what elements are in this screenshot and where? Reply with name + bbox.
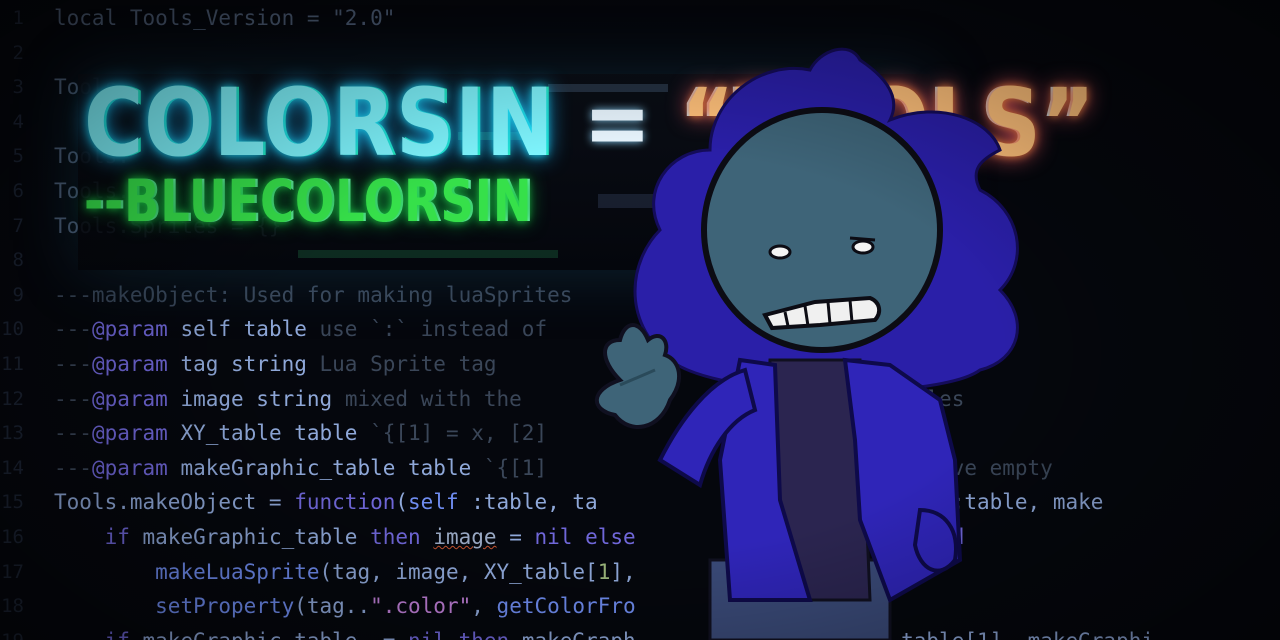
code-token: image xyxy=(433,525,497,549)
line-number: 12 xyxy=(1,387,24,410)
code-token: use `:` instead of xyxy=(319,317,548,342)
code-token: , xyxy=(471,594,497,619)
code-token: Lua Sprite tag xyxy=(319,352,497,376)
code-token: ".color" xyxy=(370,594,472,619)
code-token: @param xyxy=(91,386,168,411)
code-token: self table xyxy=(167,317,320,342)
code-token: @param xyxy=(91,421,168,446)
code-token: --- xyxy=(54,455,92,480)
code-token: ( xyxy=(395,490,409,515)
code-token: @param xyxy=(91,352,168,376)
line-number: 11 xyxy=(1,353,24,375)
line-number: 7 xyxy=(12,214,24,237)
code-token: local Tools_Version = "2.0" xyxy=(54,6,396,30)
code-token: XY_table table xyxy=(167,421,371,446)
code-token: @param xyxy=(91,455,168,480)
line-number: 3 xyxy=(12,76,24,99)
line-number: 6 xyxy=(12,180,24,202)
line-number: 2 xyxy=(12,41,24,64)
code-token: (tag, image, XY_table[ xyxy=(319,559,598,584)
code-token: --- xyxy=(54,421,92,446)
line-number: 16 xyxy=(1,526,24,548)
code-token: ---makeObject: Used for making luaSprite… xyxy=(54,282,573,307)
code-token: @param xyxy=(91,317,168,342)
code-token: nil xyxy=(408,629,446,640)
code-text: setProperty(tag..".color", getColorFro xyxy=(54,589,635,623)
code-token: then xyxy=(459,629,510,640)
code-line: 1 local Tools_Version = "2.0" xyxy=(0,1,1280,35)
code-token: makeGraphic_table xyxy=(129,525,371,549)
code-token: setProperty xyxy=(155,594,295,619)
code-token: if xyxy=(104,525,130,549)
author-subtitle: --BLUECOLORSIN xyxy=(84,167,533,235)
code-text: ---@param tag string Lua Sprite tag xyxy=(54,347,497,381)
code-token: then xyxy=(370,525,421,549)
code-token: makeGraphic_table table xyxy=(167,455,484,480)
title-colorsin: COLORSIN xyxy=(84,69,555,178)
line-number: 4 xyxy=(12,110,24,133)
line-number: 15 xyxy=(1,491,24,514)
code-token: Tools.makeObject = xyxy=(54,490,295,515)
line-number: 10 xyxy=(1,318,24,341)
code-token: (tag.. xyxy=(294,594,371,619)
glitch-strip xyxy=(298,250,558,258)
line-number: 19 xyxy=(0,624,24,640)
code-text: ---makeObject: Used for making luaSprite… xyxy=(54,278,572,312)
line-number: 5 xyxy=(12,145,24,168)
code-text: ---@param XY_table table `{[1] = x, [2] xyxy=(54,416,547,450)
code-token: `{[1] xyxy=(483,455,548,480)
line-number: 18 xyxy=(1,595,24,618)
character-illustration xyxy=(594,47,1019,640)
code-token: image string xyxy=(167,386,345,411)
character-left-eye xyxy=(768,244,792,260)
code-token: makeLuaSprite xyxy=(155,559,320,584)
code-text: makeLuaSprite(tag, image, XY_table[1], xyxy=(54,555,635,589)
code-token: function xyxy=(294,490,396,515)
character-right-eye xyxy=(851,239,875,255)
code-token: --- xyxy=(54,317,92,342)
code-token: = xyxy=(496,525,535,549)
code-token: --- xyxy=(54,352,92,376)
line-number: 13 xyxy=(1,422,24,445)
code-text: local Tools_Version = "2.0" xyxy=(54,1,395,35)
code-token: `{[1] = x, [2] xyxy=(370,421,548,446)
code-token: --- xyxy=(54,386,92,411)
code-text: ---@param self table use `:` instead of xyxy=(54,312,547,346)
code-token: tag string xyxy=(167,352,320,376)
line-number: 1 xyxy=(12,7,24,29)
line-number: 8 xyxy=(12,249,24,272)
line-number: 17 xyxy=(1,560,24,583)
code-token: makeGraphic_table ~= xyxy=(130,629,408,640)
code-token: mixed with the xyxy=(344,386,522,411)
line-number: 9 xyxy=(12,283,24,306)
code-token: if xyxy=(105,629,130,640)
code-token: self xyxy=(408,490,459,515)
line-number: 14 xyxy=(1,456,24,479)
